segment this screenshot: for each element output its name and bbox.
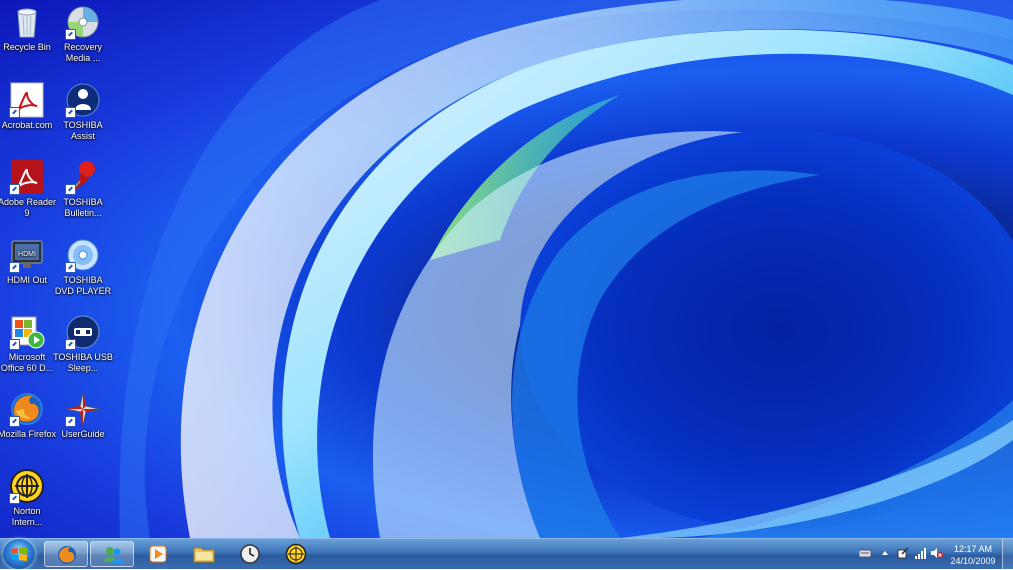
desktop-icon-toshiba-dvd-player[interactable]: TOSHIBA DVD PLAYER: [53, 237, 113, 297]
taskbar-clock-button[interactable]: [228, 541, 272, 567]
desktop-icon-userguide[interactable]: UserGuide: [53, 391, 113, 440]
toshiba-bulletin-icon: [65, 159, 101, 195]
folder-icon: [193, 547, 215, 563]
taskbar-messenger-button[interactable]: [90, 541, 134, 567]
desktop-icon-recycle-bin[interactable]: Recycle Bin: [0, 4, 57, 53]
desktop-icon-label: TOSHIBA USB Sleep...: [53, 352, 113, 373]
show-desktop-button[interactable]: [1002, 539, 1013, 570]
desktop-icon-label: Recycle Bin: [3, 42, 51, 52]
recovery-media-icon: [65, 4, 101, 40]
clock[interactable]: 12:17 AM 24/10/2009: [947, 543, 999, 567]
norton-icon: [285, 543, 307, 565]
desktop-icon-hdmi-out[interactable]: HDMI HDMI Out: [0, 237, 57, 286]
messenger-icon: [104, 547, 123, 563]
toshiba-dvd-player-icon: [65, 237, 101, 273]
desktop[interactable]: Recycle Bin Acrobat.com Adobe Reader 9 H…: [0, 0, 1013, 538]
desktop-icon-label: Adobe Reader 9: [0, 197, 57, 218]
clock-date: 24/10/2009: [950, 556, 996, 566]
hdmi-out-icon: HDMI: [9, 237, 45, 273]
desktop-icon-label: TOSHIBA Bulletin...: [63, 197, 103, 218]
desktop-icon-toshiba-assist[interactable]: TOSHIBA Assist: [53, 82, 113, 142]
show-hidden-icons-arrow-icon[interactable]: [879, 547, 891, 559]
desktop-icon-recovery-media[interactable]: Recovery Media ...: [53, 4, 113, 64]
adobe-reader-icon: [9, 159, 45, 195]
desktop-icon-microsoft-office[interactable]: Microsoft Office 60 D...: [0, 314, 57, 374]
taskbar-norton-button[interactable]: [274, 541, 318, 567]
acrobat-com-icon: [9, 82, 45, 118]
toshiba-assist-icon: [65, 82, 101, 118]
desktop-icon-label: TOSHIBA Assist: [63, 120, 103, 141]
microsoft-office-icon: [9, 314, 45, 350]
action-center-icon[interactable]: [897, 547, 909, 559]
userguide-icon: [65, 391, 101, 427]
start-button[interactable]: [3, 539, 35, 569]
firefox-icon: [58, 546, 76, 564]
desktop-icon-acrobat-com[interactable]: Acrobat.com: [0, 82, 57, 131]
clock-time: 12:17 AM: [953, 544, 993, 554]
norton-internet-icon: [9, 468, 45, 504]
desktop-icon-toshiba-bulletin[interactable]: TOSHIBA Bulletin...: [53, 159, 113, 219]
taskbar-firefox-button[interactable]: [44, 541, 88, 567]
desktop-icon-label: Mozilla Firefox: [0, 429, 56, 439]
desktop-icon-label: Microsoft Office 60 D...: [0, 352, 54, 373]
desktop-icon-label: UserGuide: [61, 429, 105, 439]
desktop-icon-label: Acrobat.com: [1, 120, 53, 130]
desktop-icon-norton-internet[interactable]: Norton Intern...: [0, 468, 57, 528]
desktop-icon-label: HDMI Out: [6, 275, 47, 285]
taskbar-explorer-button[interactable]: [182, 541, 226, 567]
wallpaper: [119, 0, 1013, 538]
desktop-icon-label: Recovery Media ...: [63, 42, 102, 63]
desktop-icon-toshiba-usb-sleep[interactable]: TOSHIBA USB Sleep...: [53, 314, 113, 374]
svg-text:HDMI: HDMI: [18, 251, 36, 258]
taskbar-media-player-button[interactable]: [136, 541, 180, 567]
volume-muted-icon[interactable]: [931, 547, 943, 559]
taskbar: 12:17 AM 24/10/2009: [0, 538, 1013, 570]
desktop-icon-mozilla-firefox[interactable]: Mozilla Firefox: [0, 391, 57, 440]
toshiba-usb-sleep-icon: [65, 314, 101, 350]
network-signal-icon[interactable]: [915, 547, 927, 559]
windows-logo-icon: [11, 547, 27, 561]
recycle-bin-icon: [9, 4, 45, 40]
desktop-icon-adobe-reader[interactable]: Adobe Reader 9: [0, 159, 57, 219]
firefox-icon: [9, 391, 45, 427]
clock-icon: [240, 544, 260, 564]
media-player-icon: [149, 545, 167, 563]
system-tray: 12:17 AM 24/10/2009: [843, 539, 1013, 570]
desktop-icon-label: TOSHIBA DVD PLAYER: [54, 275, 112, 296]
keyboard-icon[interactable]: [859, 547, 871, 559]
desktop-icon-label: Norton Intern...: [11, 506, 43, 527]
